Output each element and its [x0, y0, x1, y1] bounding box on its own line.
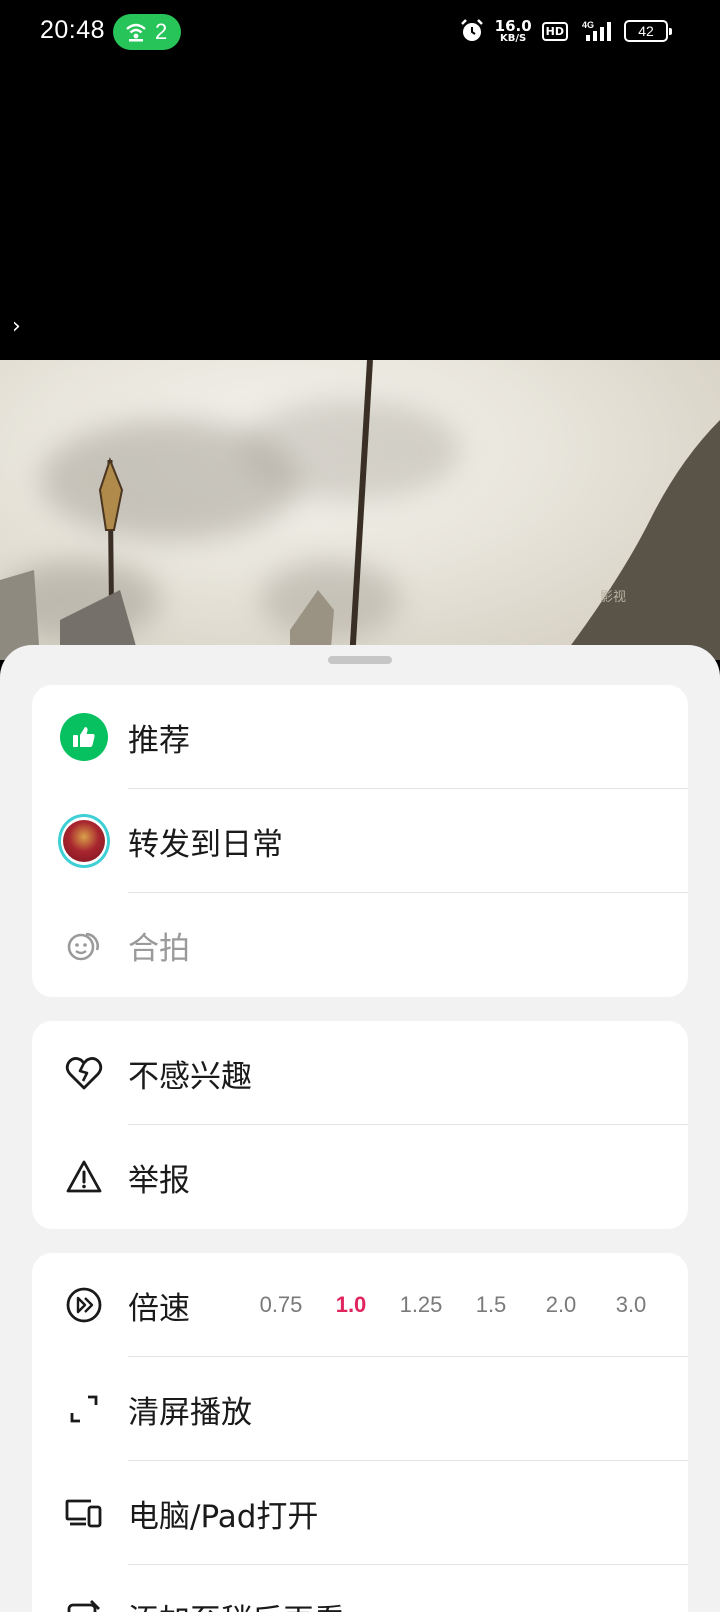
watch-later-label: 添加至稍后再看 [128, 1595, 345, 1612]
battery-indicator: 42 [624, 20, 672, 42]
duet-button[interactable]: 合拍 [32, 893, 688, 997]
recommend-button[interactable]: 推荐 [32, 685, 688, 789]
open-on-pc-button[interactable]: 电脑/Pad打开 [32, 1461, 688, 1565]
status-time: 20:48 [40, 16, 106, 44]
not-interested-label: 不感兴趣 [128, 1058, 252, 1095]
svg-text:4G: 4G [582, 20, 594, 30]
speed-option-selected[interactable]: 1.0 [316, 1292, 386, 1318]
playback-speed-row: 倍速 0.75 1.0 1.25 1.5 2.0 3.0 [32, 1253, 688, 1357]
playback-group-card: 倍速 0.75 1.0 1.25 1.5 2.0 3.0 清屏播放 电脑/Pad… [32, 1253, 688, 1612]
network-speed: 16.0 KB/S [494, 16, 532, 44]
avatar-icon [58, 814, 110, 868]
speed-icon [66, 1287, 102, 1323]
speed-option[interactable]: 3.0 [596, 1292, 666, 1318]
devices-icon [65, 1499, 102, 1528]
sheet-drag-handle[interactable] [328, 656, 392, 664]
video-watermark: 影视 [600, 590, 627, 605]
speed-option[interactable]: 1.25 [386, 1292, 456, 1318]
duet-label: 合拍 [128, 930, 190, 967]
status-bar: 20:48 2 16.0 KB/S HD 4G 42 [0, 0, 720, 66]
alarm-icon [460, 19, 483, 41]
speed-option[interactable]: 1.5 [456, 1292, 526, 1318]
hotspot-badge: 2 [113, 14, 181, 50]
hd-badge: HD [541, 21, 568, 41]
scene-illustration [0, 360, 720, 660]
repost-label: 转发到日常 [128, 826, 283, 863]
speed-option[interactable]: 0.75 [246, 1292, 316, 1318]
not-interested-button[interactable]: 不感兴趣 [32, 1021, 688, 1125]
warning-icon [66, 1160, 102, 1193]
hotspot-count: 2 [155, 19, 168, 44]
speed-options: 0.75 1.0 1.25 1.5 2.0 3.0 [246, 1292, 666, 1318]
video-frame[interactable]: 影视 [0, 360, 720, 660]
report-button[interactable]: 举报 [32, 1125, 688, 1229]
action-sheet: 推荐 转发到日常 合拍 不感兴趣 举报 倍速 0.75 1.0 1.25 1.5… [0, 645, 720, 1612]
watch-later-button[interactable]: 添加至稍后再看 [32, 1565, 688, 1612]
speed-label: 倍速 [128, 1290, 190, 1327]
report-label: 举报 [128, 1162, 190, 1199]
share-group-card: 推荐 转发到日常 合拍 [32, 685, 688, 997]
feedback-group-card: 不感兴趣 举报 [32, 1021, 688, 1229]
broken-heart-icon [65, 1057, 103, 1090]
open-on-pc-label: 电脑/Pad打开 [128, 1498, 319, 1535]
watch-later-icon [67, 1600, 100, 1612]
fullscreen-icon [70, 1395, 98, 1423]
recommend-label: 推荐 [128, 722, 190, 759]
clear-screen-label: 清屏播放 [128, 1394, 252, 1431]
repost-to-moments-button[interactable]: 转发到日常 [32, 789, 688, 893]
clear-screen-button[interactable]: 清屏播放 [32, 1357, 688, 1461]
speed-option[interactable]: 2.0 [526, 1292, 596, 1318]
hotspot-icon [126, 23, 146, 42]
signal-icon: 4G [582, 20, 611, 41]
expand-arrow-icon[interactable]: › [12, 314, 21, 339]
thumbs-up-icon [60, 713, 108, 761]
duet-icon [67, 932, 99, 961]
